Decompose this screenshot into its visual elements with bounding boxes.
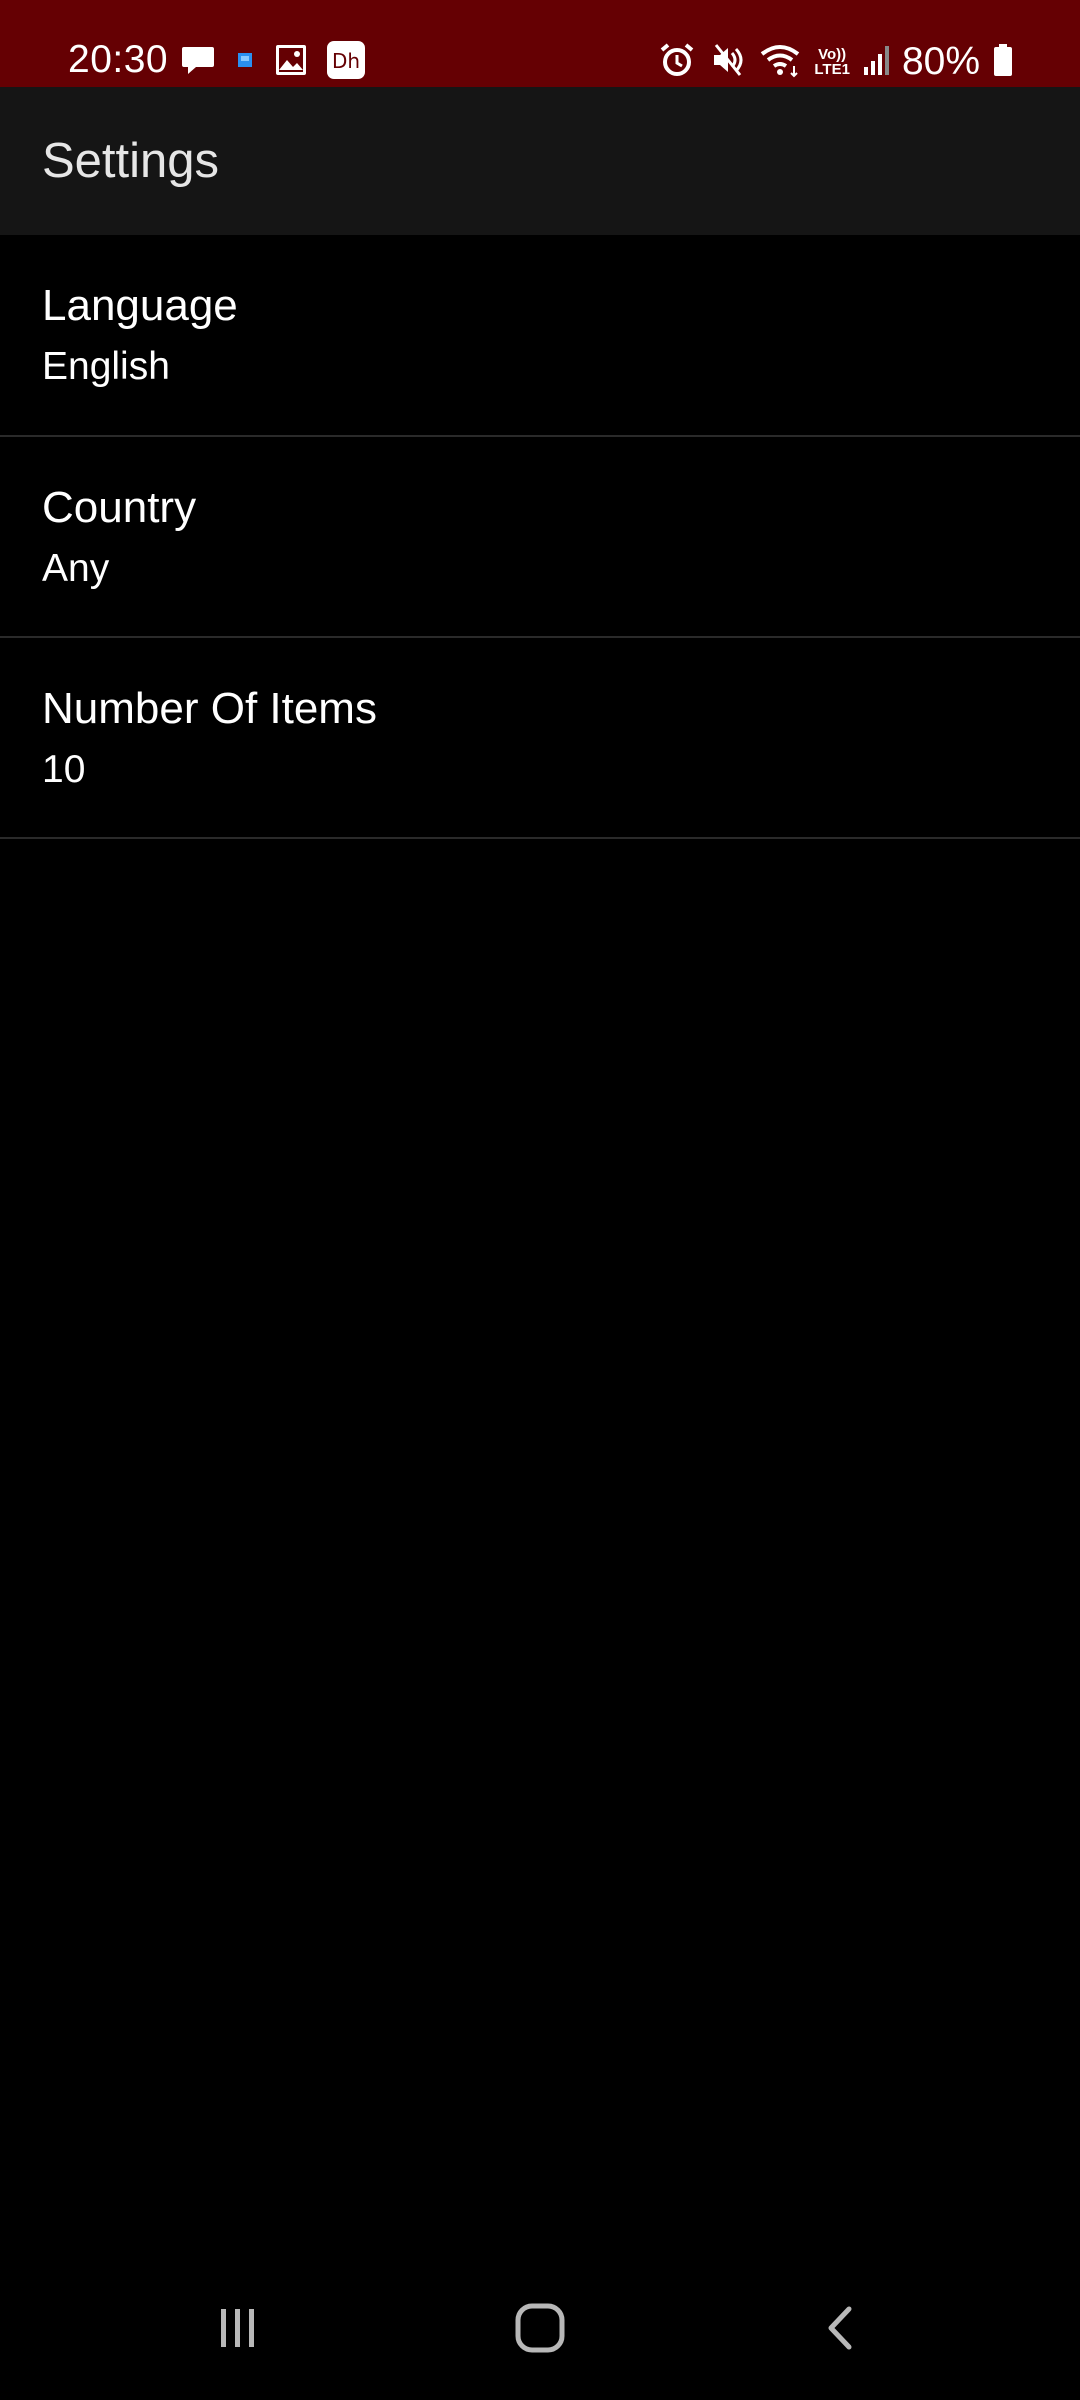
app-notification-icon xyxy=(234,49,256,76)
recent-apps-button[interactable] xyxy=(148,2260,328,2400)
page-title: Settings xyxy=(42,134,220,188)
home-button[interactable] xyxy=(450,2260,630,2400)
gallery-icon xyxy=(274,43,308,82)
volte-icon: Vo)) LTE1 xyxy=(814,47,850,77)
setting-item-country[interactable]: Country Any xyxy=(0,437,1080,638)
volte-label-top: Vo)) xyxy=(818,46,847,63)
setting-value: Any xyxy=(42,547,110,590)
back-button[interactable] xyxy=(752,2260,932,2400)
alarm-icon xyxy=(658,41,696,84)
setting-title: Number Of Items xyxy=(42,684,377,733)
svg-text:Dh: Dh xyxy=(332,49,360,73)
back-icon xyxy=(817,2303,867,2358)
status-system-icons: Vo)) LTE1 80% xyxy=(658,40,1014,84)
message-icon xyxy=(180,42,216,83)
wifi-icon xyxy=(758,42,802,83)
mute-icon xyxy=(708,41,746,84)
setting-value: English xyxy=(42,345,170,388)
status-time: 20:30 xyxy=(68,38,169,81)
setting-value: 10 xyxy=(42,748,86,791)
battery-percentage: 80% xyxy=(901,40,980,83)
app-bar: Settings xyxy=(0,87,1080,235)
status-notification-icons: Dh xyxy=(180,40,366,85)
status-bar: 20:30 Dh Vo)) LTE1 80% xyxy=(0,0,1080,87)
volte-label-bottom: LTE1 xyxy=(814,61,850,78)
settings-list: Language English Country Any Number Of I… xyxy=(0,235,1080,839)
dh-app-icon: Dh xyxy=(326,40,366,85)
home-icon xyxy=(513,2301,567,2360)
recent-apps-icon xyxy=(213,2303,263,2358)
battery-icon xyxy=(992,43,1014,82)
setting-item-language[interactable]: Language English xyxy=(0,235,1080,437)
signal-icon xyxy=(862,43,890,82)
setting-title: Country xyxy=(42,483,197,532)
setting-title: Language xyxy=(42,281,238,330)
navigation-bar xyxy=(0,2260,1080,2400)
setting-item-number-of-items[interactable]: Number Of Items 10 xyxy=(0,638,1080,839)
